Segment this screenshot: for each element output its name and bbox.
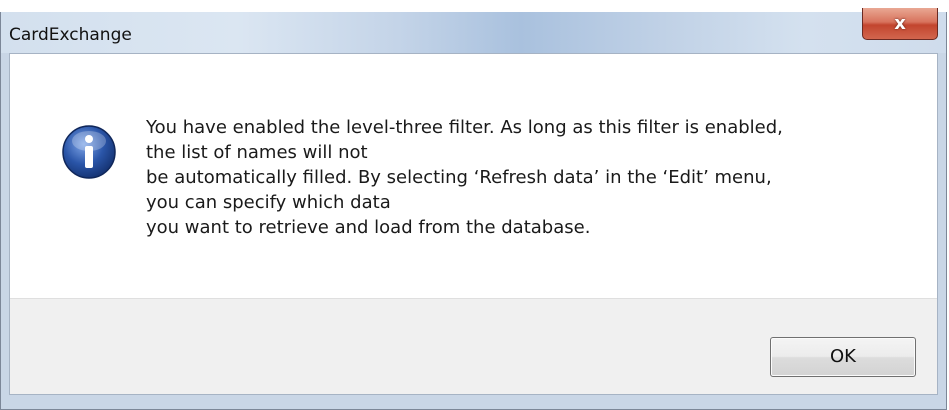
button-bar: OK (10, 298, 937, 394)
message-line: You have enabled the level-three filter.… (146, 117, 783, 138)
title-bar[interactable]: CardExchange x (1, 8, 946, 53)
close-icon: x (894, 13, 906, 34)
message-text: You have enabled the level-three filter.… (146, 115, 916, 240)
message-line: you can specify which data (146, 192, 391, 213)
close-button[interactable]: x (862, 8, 938, 40)
window-title: CardExchange (9, 25, 132, 45)
ok-button[interactable]: OK (770, 337, 916, 377)
dialog-window: CardExchange x You have enabled the leve… (0, 8, 947, 410)
message-line: the list of names will not (146, 142, 368, 163)
message-line: be automatically filled. By selecting ‘R… (146, 167, 772, 188)
info-icon (62, 125, 116, 179)
dialog-content: You have enabled the level-three filter.… (9, 53, 938, 395)
message-line: you want to retrieve and load from the d… (146, 217, 591, 238)
message-area: You have enabled the level-three filter.… (10, 54, 937, 298)
